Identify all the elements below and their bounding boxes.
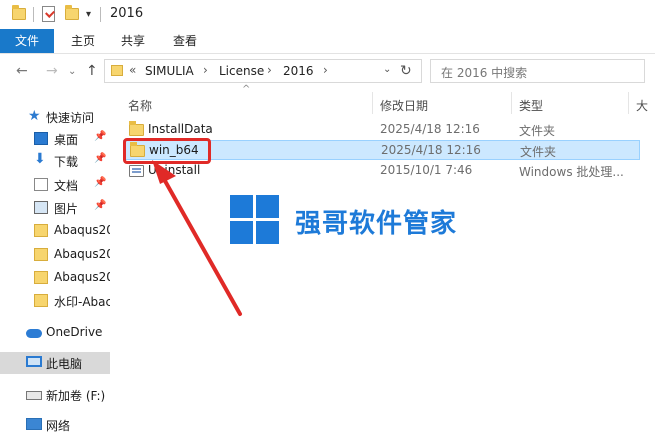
tab-view[interactable]: 查看 <box>162 29 208 53</box>
file-name: InstallData <box>148 122 213 136</box>
sidebar-item-label: 桌面 <box>54 133 79 147</box>
sidebar-item-label: 快速访问 <box>46 111 95 125</box>
pin-icon[interactable]: 📌 <box>94 200 106 211</box>
sidebar-item-pictures[interactable]: 图片 📌 <box>0 197 110 219</box>
sidebar-item-label: Abaqus20 <box>54 270 110 284</box>
sidebar-item-label: 图片 <box>54 202 79 216</box>
sidebar-item-folder[interactable]: Abaqus20 <box>0 267 110 289</box>
forward-arrow-icon[interactable]: → <box>46 63 58 79</box>
sidebar-item-label: 文档 <box>54 179 79 193</box>
new-folder-icon[interactable] <box>65 5 79 20</box>
tab-share[interactable]: 共享 <box>110 29 156 53</box>
title-bar: ▾ 2016 <box>0 0 655 29</box>
drive-icon <box>26 391 42 400</box>
chevron-right-icon[interactable]: › <box>323 63 328 77</box>
divider[interactable] <box>511 92 512 114</box>
sidebar-item-downloads[interactable]: ⬇ 下载 📌 <box>0 150 110 172</box>
file-type: 文件夹 <box>520 145 557 159</box>
file-date: 2025/4/18 12:16 <box>380 122 480 136</box>
sidebar-item-folder[interactable]: 水印-Abac <box>0 290 110 312</box>
folder-icon <box>34 248 48 261</box>
customize-toolbar-icon[interactable]: ▾ <box>86 9 91 20</box>
pin-icon[interactable]: 📌 <box>94 131 106 142</box>
divider[interactable] <box>372 92 373 114</box>
search-placeholder: 在 2016 中搜索 <box>441 66 528 80</box>
watermark-text: 强哥软件管家 <box>295 209 458 239</box>
column-header-size[interactable]: 大 <box>636 97 648 114</box>
file-type: Windows 批处理... <box>519 165 624 179</box>
windows-logo-icon <box>230 195 280 245</box>
document-icon <box>34 178 48 191</box>
pin-icon[interactable]: 📌 <box>94 153 106 164</box>
folder-icon <box>34 224 48 237</box>
sidebar-item-label: 网络 <box>46 419 71 433</box>
sidebar-item-label: OneDrive <box>46 325 103 339</box>
column-header-type[interactable]: 类型 <box>519 97 543 114</box>
sidebar-item-onedrive[interactable]: OneDrive <box>0 322 110 344</box>
desktop-icon <box>34 132 48 145</box>
sidebar-item-label: 水印-Abac <box>54 295 110 309</box>
network-icon <box>26 418 42 430</box>
onedrive-icon <box>26 329 42 338</box>
sidebar-item-label: Abaqus20 <box>54 247 110 261</box>
file-row[interactable]: InstallData 2025/4/18 12:16 文件夹 <box>123 120 640 140</box>
properties-icon[interactable] <box>42 6 55 22</box>
ribbon-tabs: 文件 主页 共享 查看 <box>0 29 655 54</box>
sidebar-item-documents[interactable]: 文档 📌 <box>0 174 110 196</box>
sidebar-item-desktop[interactable]: 桌面 📌 <box>0 128 110 150</box>
sidebar-item-drive-f[interactable]: 新加卷 (F:) <box>0 384 110 406</box>
navigation-pane: ★ 快速访问 桌面 📌 ⬇ 下载 📌 文档 📌 图片 📌 Abaqus20 Ab… <box>0 100 110 434</box>
divider[interactable] <box>628 92 629 114</box>
folder-icon <box>129 121 144 136</box>
sidebar-item-label: 下载 <box>54 155 79 169</box>
sidebar-item-network[interactable]: 网络 <box>0 414 110 434</box>
column-header-name[interactable]: 名称 <box>128 97 152 114</box>
sidebar-item-quick-access[interactable]: ★ 快速访问 <box>0 106 110 128</box>
sidebar-item-label: 新加卷 (F:) <box>46 389 106 403</box>
sidebar-item-this-pc[interactable]: 此电脑 <box>0 352 110 374</box>
chevron-left-icon[interactable]: « <box>129 63 136 77</box>
folder-icon <box>34 271 48 284</box>
picture-icon <box>34 201 48 214</box>
window-title: 2016 <box>110 6 144 21</box>
sort-ascending-icon: ^ <box>242 84 251 95</box>
divider <box>100 7 101 22</box>
tab-home[interactable]: 主页 <box>60 29 106 53</box>
column-header-date[interactable]: 修改日期 <box>380 97 428 114</box>
divider <box>33 7 34 22</box>
file-name: Uninstall <box>148 163 201 177</box>
folder-icon <box>111 65 123 76</box>
highlight-box <box>123 138 211 164</box>
recent-locations-icon[interactable]: ⌄ <box>68 66 76 77</box>
sidebar-item-label: Abaqus20 <box>54 223 110 237</box>
batch-file-icon <box>129 165 144 177</box>
refresh-icon[interactable]: ↻ <box>400 63 412 79</box>
pc-icon <box>26 356 42 367</box>
breadcrumb-simulia[interactable]: SIMULIA <box>145 64 194 78</box>
chevron-down-icon[interactable]: ⌄ <box>383 64 391 75</box>
folder-icon <box>12 5 26 20</box>
file-type: 文件夹 <box>519 124 556 138</box>
file-row[interactable]: Uninstall 2015/10/1 7:46 Windows 批处理... <box>123 161 640 181</box>
breadcrumb-license[interactable]: License <box>219 64 264 78</box>
up-arrow-icon[interactable]: ↑ <box>86 63 98 79</box>
search-input[interactable]: 在 2016 中搜索 <box>430 59 645 83</box>
download-icon: ⬇ <box>34 151 46 167</box>
sidebar-item-folder[interactable]: Abaqus20 <box>0 220 110 242</box>
address-bar[interactable]: « SIMULIA › License › 2016 › ⌄ <box>104 59 422 83</box>
breadcrumb-2016[interactable]: 2016 <box>283 64 314 78</box>
file-date: 2025/4/18 12:16 <box>381 143 481 157</box>
star-icon: ★ <box>28 108 41 124</box>
chevron-right-icon[interactable]: › <box>267 63 272 77</box>
folder-icon <box>34 294 48 307</box>
sidebar-item-label: 此电脑 <box>46 357 83 371</box>
tab-file[interactable]: 文件 <box>0 29 54 53</box>
file-date: 2015/10/1 7:46 <box>380 163 473 177</box>
back-arrow-icon[interactable]: ← <box>16 63 28 79</box>
chevron-right-icon[interactable]: › <box>203 63 208 77</box>
pin-icon[interactable]: 📌 <box>94 177 106 188</box>
sidebar-item-folder[interactable]: Abaqus20 <box>0 244 110 266</box>
